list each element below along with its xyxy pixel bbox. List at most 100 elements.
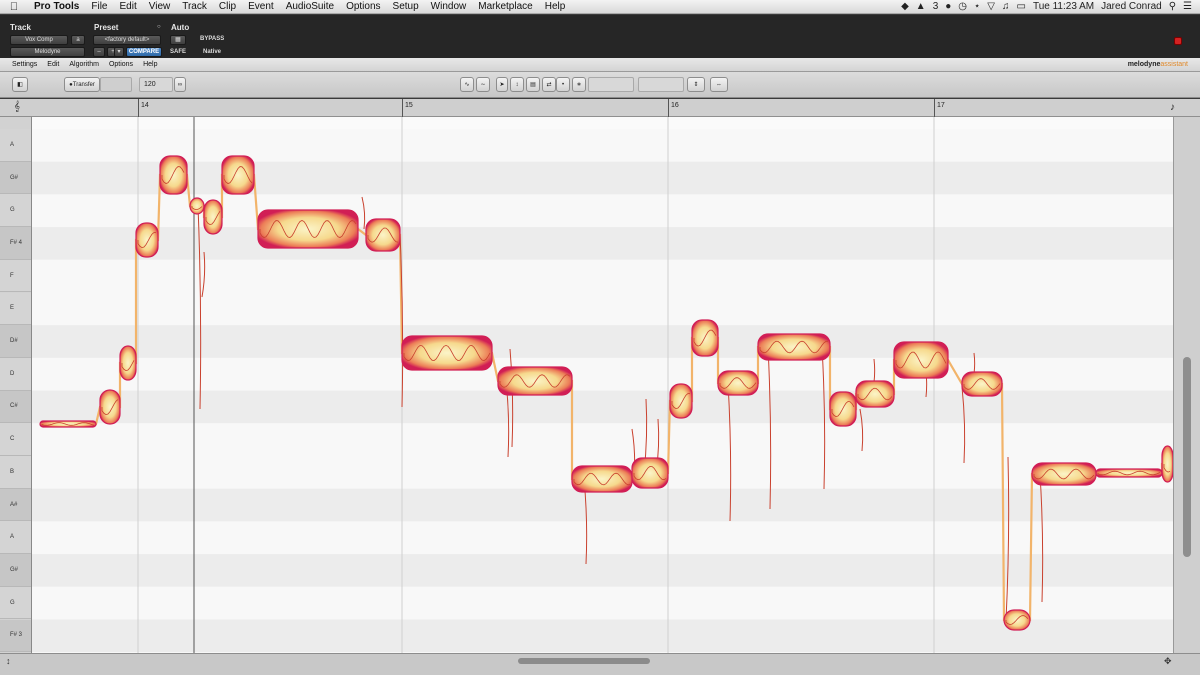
user-name[interactable]: Jared Conrad [1101,1,1162,12]
inspector-toggle-icon[interactable]: ◧ [12,77,28,92]
note-blob[interactable] [39,420,97,428]
plugin-selector[interactable]: Melodyne [10,47,85,57]
menu-event[interactable]: Event [242,1,280,12]
menu-marketplace[interactable]: Marketplace [472,1,538,12]
menu-view[interactable]: View [143,1,177,12]
bluetooth-icon[interactable]: ⋆ [974,1,980,12]
wifi-icon[interactable]: ▽ [987,1,995,12]
macro-selector-2[interactable] [638,77,684,92]
amplitude-tool-icon[interactable]: • [556,77,570,92]
menu-window[interactable]: Window [425,1,473,12]
fit-vertical-icon[interactable]: ⇕ [687,77,705,92]
pitch-key[interactable]: C [0,423,31,456]
auto-indicator-icon[interactable]: ○ [157,24,161,30]
pitch-key[interactable]: E [0,292,31,326]
notification-badge[interactable]: 3 [933,1,939,12]
macro-selector-1[interactable] [588,77,634,92]
menu-audiosuite[interactable]: AudioSuite [280,1,340,12]
timing-tool-icon[interactable]: ▤ [526,77,540,92]
pitch-drift-tool-icon[interactable]: ↕ [510,77,524,92]
metronome-icon[interactable]: 𝄞 [14,101,20,112]
pitch-key[interactable]: G [0,194,31,228]
vertical-scrollbar[interactable] [1173,117,1200,653]
pitch-key[interactable]: D [0,357,31,391]
note-canvas[interactable] [32,117,1173,653]
note-blob[interactable] [99,389,121,425]
formant-tool-icon[interactable]: ⇄ [542,77,556,92]
pitch-modulation-tool-icon[interactable]: ∼ [476,77,490,92]
pitch-key[interactable]: A [0,129,31,162]
apple-menu-icon[interactable]:  [0,1,28,13]
pitch-key[interactable]: G# [0,554,31,587]
note-blob[interactable] [135,222,159,258]
note-blob[interactable] [631,457,669,489]
bypass-button[interactable]: BYPASS [200,36,224,42]
pitch-key[interactable]: G [0,586,31,620]
melodyne-menu-help[interactable]: Help [138,61,162,68]
battery-icon[interactable]: ▭ [1017,1,1026,12]
pitch-key[interactable]: B [0,456,31,489]
history-icon[interactable]: ◷ [958,1,967,12]
note-blob[interactable] [1031,462,1097,486]
menu-app-name[interactable]: Pro Tools [28,1,85,12]
horizontal-scroll-thumb[interactable] [518,658,650,664]
compare-button[interactable]: COMPARE [126,47,162,57]
note-blob[interactable] [717,370,759,396]
librarian-icon[interactable]: ▦ [170,35,186,45]
menu-file[interactable]: File [85,1,113,12]
close-plugin-icon[interactable] [1174,37,1182,45]
pitch-tool-icon[interactable]: ∿ [460,77,474,92]
pitch-ruler[interactable]: A G# G F# 4 F E D# D C# C B A# A G# G F# 3 [0,117,32,653]
zoom-to-fit-icon[interactable]: ↕ [6,656,11,666]
note-blob[interactable] [829,391,857,427]
bar-ruler[interactable]: 𝄞 14 15 16 17 ♪ [0,99,1200,117]
note-blob[interactable] [757,333,831,361]
pitch-key[interactable]: D# [0,325,31,358]
pitch-key[interactable]: A# [0,488,31,522]
horizontal-scroll-area[interactable]: ↕ ✥ [0,653,1200,675]
note-value-icon[interactable]: ♪ [1170,102,1175,113]
main-tool-icon[interactable]: ➤ [496,77,508,92]
note-blob[interactable] [401,335,493,371]
adobe-icon[interactable]: ▲ [916,1,926,12]
transfer-button[interactable]: ● Transfer [64,77,100,92]
tempo-field[interactable]: 120 [139,77,173,92]
safe-button[interactable]: SAFE [170,49,186,55]
melodyne-menu-edit[interactable]: Edit [42,61,64,68]
note-blob[interactable] [961,371,1003,397]
note-blob[interactable] [497,366,573,396]
previous-preset-icon[interactable]: – [93,47,105,57]
note-blob[interactable] [221,155,255,195]
note-blob[interactable] [1161,445,1173,483]
menu-track[interactable]: Track [176,1,213,12]
pitch-key[interactable]: F# 4 [0,227,31,260]
preset-menu-icon[interactable]: ▾ [114,47,124,57]
volume-icon[interactable]: ♫ [1002,1,1010,12]
menu-setup[interactable]: Setup [387,1,425,12]
preset-selector[interactable]: <factory default> [93,35,161,45]
note-blob[interactable] [669,383,693,419]
note-blob[interactable] [119,345,137,381]
note-blob[interactable] [1003,609,1031,631]
note-blob[interactable] [571,465,633,493]
sync-icon[interactable]: ● [945,1,951,12]
melodyne-menu-settings[interactable]: Settings [0,61,42,68]
separation-tool-icon[interactable]: ∗ [572,77,586,92]
menu-options[interactable]: Options [340,1,386,12]
track-selector[interactable]: Vox Comp [10,35,68,45]
note-blob[interactable] [203,199,223,235]
spotlight-search-icon[interactable]: ⚲ [1169,1,1176,12]
menu-help[interactable]: Help [539,1,572,12]
track-slot-selector[interactable]: a [71,35,85,45]
note-blob[interactable] [1095,468,1163,478]
note-blob[interactable] [365,218,401,252]
note-blob[interactable] [257,209,359,249]
clock[interactable]: Tue 11:23 AM [1033,1,1094,12]
pitch-key[interactable]: F# 3 [0,619,31,653]
note-blob[interactable] [189,197,205,215]
menu-clip[interactable]: Clip [213,1,242,12]
menu-edit[interactable]: Edit [114,1,143,12]
notification-center-icon[interactable]: ☰ [1183,1,1192,12]
melodyne-menu-algorithm[interactable]: Algorithm [64,61,104,68]
melodyne-menu-options[interactable]: Options [104,61,138,68]
